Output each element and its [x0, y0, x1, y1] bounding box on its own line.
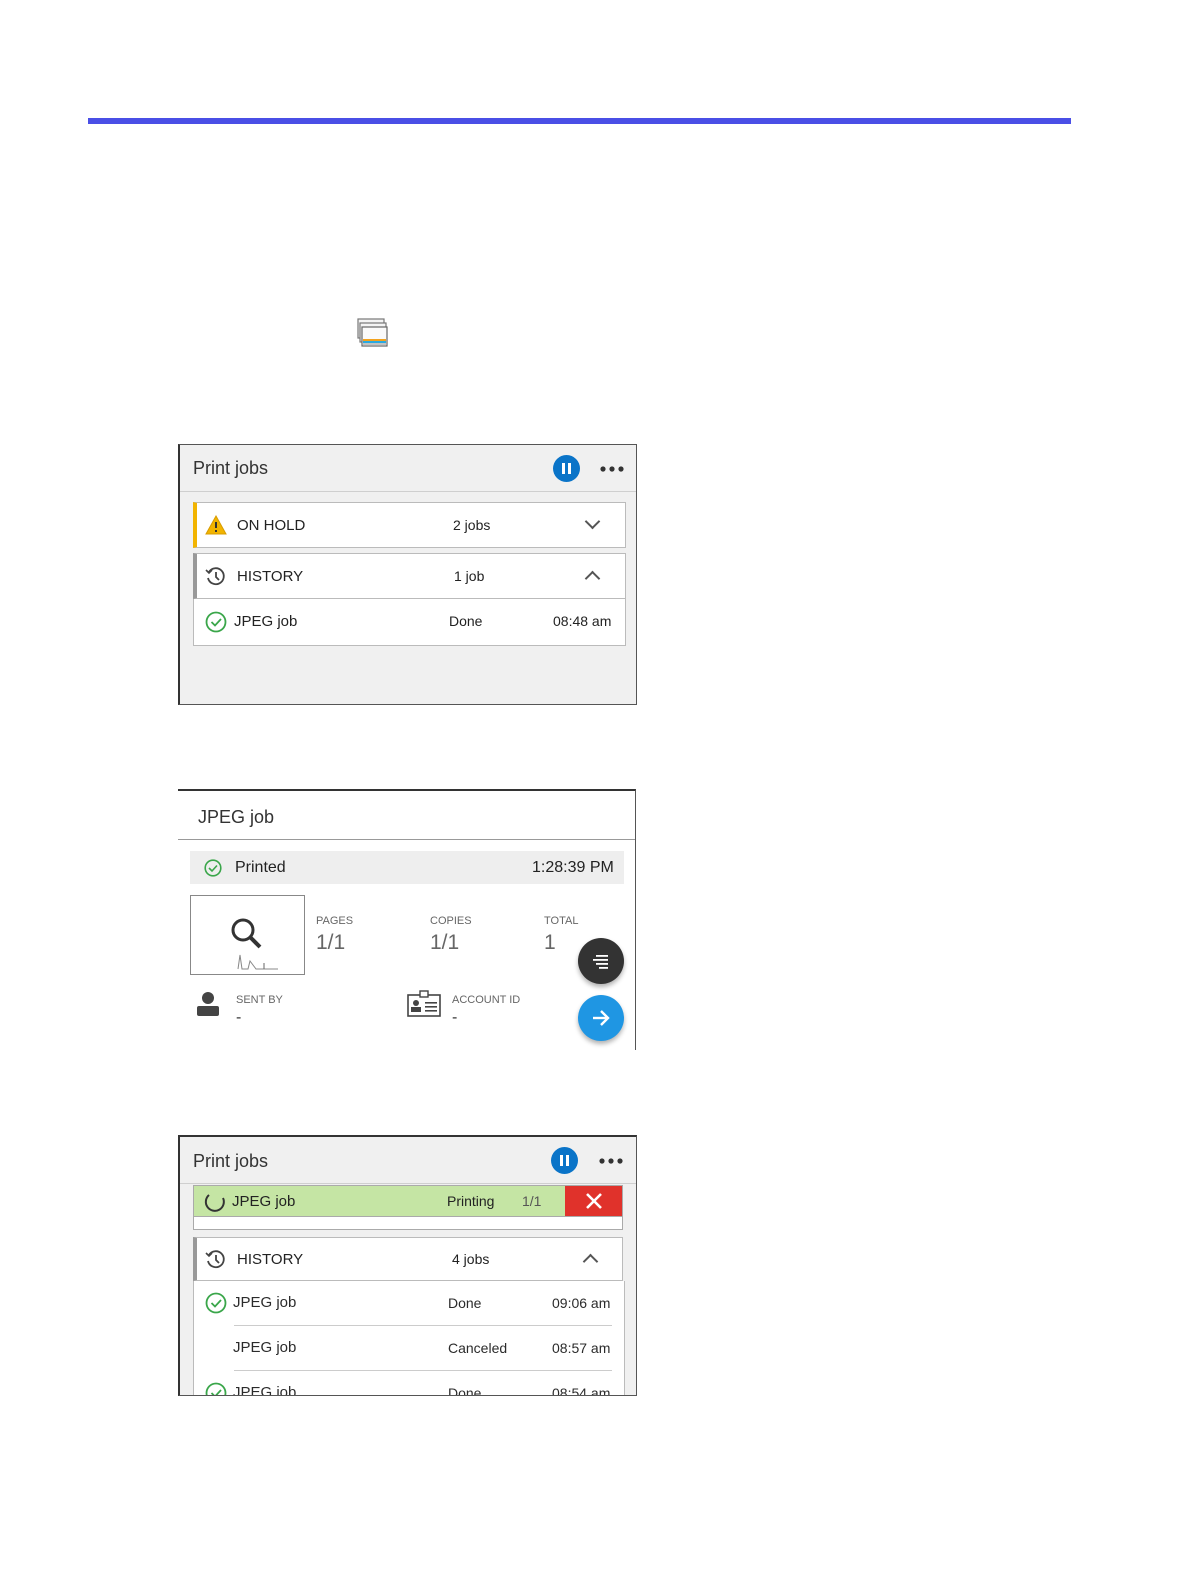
history-label: HISTORY [237, 568, 304, 585]
job-status: Canceled [448, 1340, 508, 1356]
history-job-list: JPEG job Done 09:06 am JPEG job Canceled… [193, 1281, 625, 1396]
page-title: Print jobs [193, 458, 269, 478]
divider [178, 839, 635, 840]
job-detail-screen: JPEG job Printed 1:28:39 PM PAGES 1/1 CO… [178, 789, 636, 1050]
job-name: JPEG job [233, 1339, 297, 1356]
pages-label: PAGES [316, 915, 354, 927]
close-icon [585, 1192, 603, 1215]
job-time: 09:06 am [552, 1295, 611, 1311]
status-time: 1:28:39 PM [532, 859, 614, 876]
copies-label: COPIES [430, 915, 472, 927]
chevron-up-icon[interactable] [584, 570, 601, 587]
arrow-right-icon [591, 1009, 611, 1032]
on-hold-section[interactable]: ON HOLD 2 jobs [193, 502, 626, 548]
printing-status: Printing [447, 1193, 495, 1209]
header-rule [88, 118, 1071, 124]
job-name: JPEG job [234, 613, 298, 630]
print-jobs-printing-screen: Print jobs JPEG job Printing 1/1 HISTORY… [178, 1135, 637, 1396]
sent-by-label: SENT BY [236, 994, 283, 1006]
history-count: 1 job [454, 568, 485, 584]
sent-by-value: - [236, 1009, 242, 1026]
history-section[interactable]: HISTORY 1 job [193, 553, 626, 599]
print-queue-icon [355, 317, 389, 349]
chevron-down-icon[interactable] [584, 513, 601, 530]
printing-job-name: JPEG job [232, 1193, 296, 1210]
job-row[interactable]: JPEG job Done 08:48 am [193, 599, 626, 646]
more-options-icon[interactable] [598, 1153, 626, 1165]
more-options-icon[interactable] [599, 461, 627, 473]
copies-value: 1/1 [430, 931, 460, 954]
spinner-icon [204, 1191, 226, 1218]
account-id-value: - [452, 1009, 458, 1026]
job-status-bar: Printed 1:28:39 PM [190, 851, 624, 884]
list-item[interactable]: JPEG job Done 08:54 am [194, 1371, 624, 1396]
list-item[interactable]: JPEG job Done 09:06 am [194, 1281, 624, 1326]
printing-progress: 1/1 [522, 1193, 542, 1209]
job-status: Done [449, 613, 483, 629]
page-title: Print jobs [193, 1151, 269, 1171]
history-count: 4 jobs [452, 1251, 490, 1267]
check-circle-icon [205, 1382, 227, 1395]
next-button[interactable] [578, 995, 624, 1041]
on-hold-label: ON HOLD [237, 517, 306, 534]
job-time: 08:54 am [552, 1385, 611, 1396]
account-id-label: ACCOUNT ID [452, 994, 521, 1006]
history-label: HISTORY [237, 1251, 304, 1268]
history-section[interactable]: HISTORY 4 jobs [193, 1237, 623, 1281]
on-hold-count: 2 jobs [453, 517, 491, 533]
job-name: JPEG job [233, 1294, 297, 1311]
job-name: JPEG job [233, 1384, 297, 1396]
history-icon [205, 566, 227, 593]
pause-button[interactable] [551, 1147, 578, 1174]
job-status: Done [448, 1295, 482, 1311]
user-icon [196, 991, 220, 1022]
list-item[interactable]: JPEG job Canceled 08:57 am [194, 1326, 624, 1371]
total-value: 1 [544, 931, 556, 954]
screen-header: Print jobs [180, 1137, 636, 1184]
print-jobs-screen: Print jobs ON HOLD 2 jobs HISTORY 1 job … [178, 444, 637, 705]
job-title: JPEG job [198, 807, 275, 827]
job-time: 08:48 am [553, 613, 612, 629]
job-status: Done [448, 1385, 482, 1396]
warning-icon [205, 514, 227, 540]
pages-value: 1/1 [316, 931, 346, 954]
pause-button[interactable] [553, 455, 580, 482]
job-preview-thumbnail[interactable] [190, 895, 305, 975]
account-id-icon [407, 990, 441, 1023]
screen-header: Print jobs [180, 445, 636, 492]
chevron-up-icon[interactable] [582, 1253, 599, 1270]
check-circle-icon [204, 859, 222, 882]
cancel-job-button[interactable] [565, 1186, 622, 1216]
job-time: 08:57 am [552, 1340, 611, 1356]
preview-marks-icon [236, 951, 280, 978]
check-circle-icon [205, 611, 227, 638]
list-menu-icon [592, 953, 610, 974]
total-label: TOTAL [544, 915, 579, 927]
printing-row-footer [193, 1217, 623, 1230]
status-text: Printed [235, 859, 286, 876]
history-icon [205, 1249, 227, 1276]
printing-job-row[interactable]: JPEG job Printing 1/1 [193, 1185, 623, 1217]
job-details-menu-button[interactable] [578, 938, 624, 984]
check-circle-icon [205, 1292, 227, 1319]
